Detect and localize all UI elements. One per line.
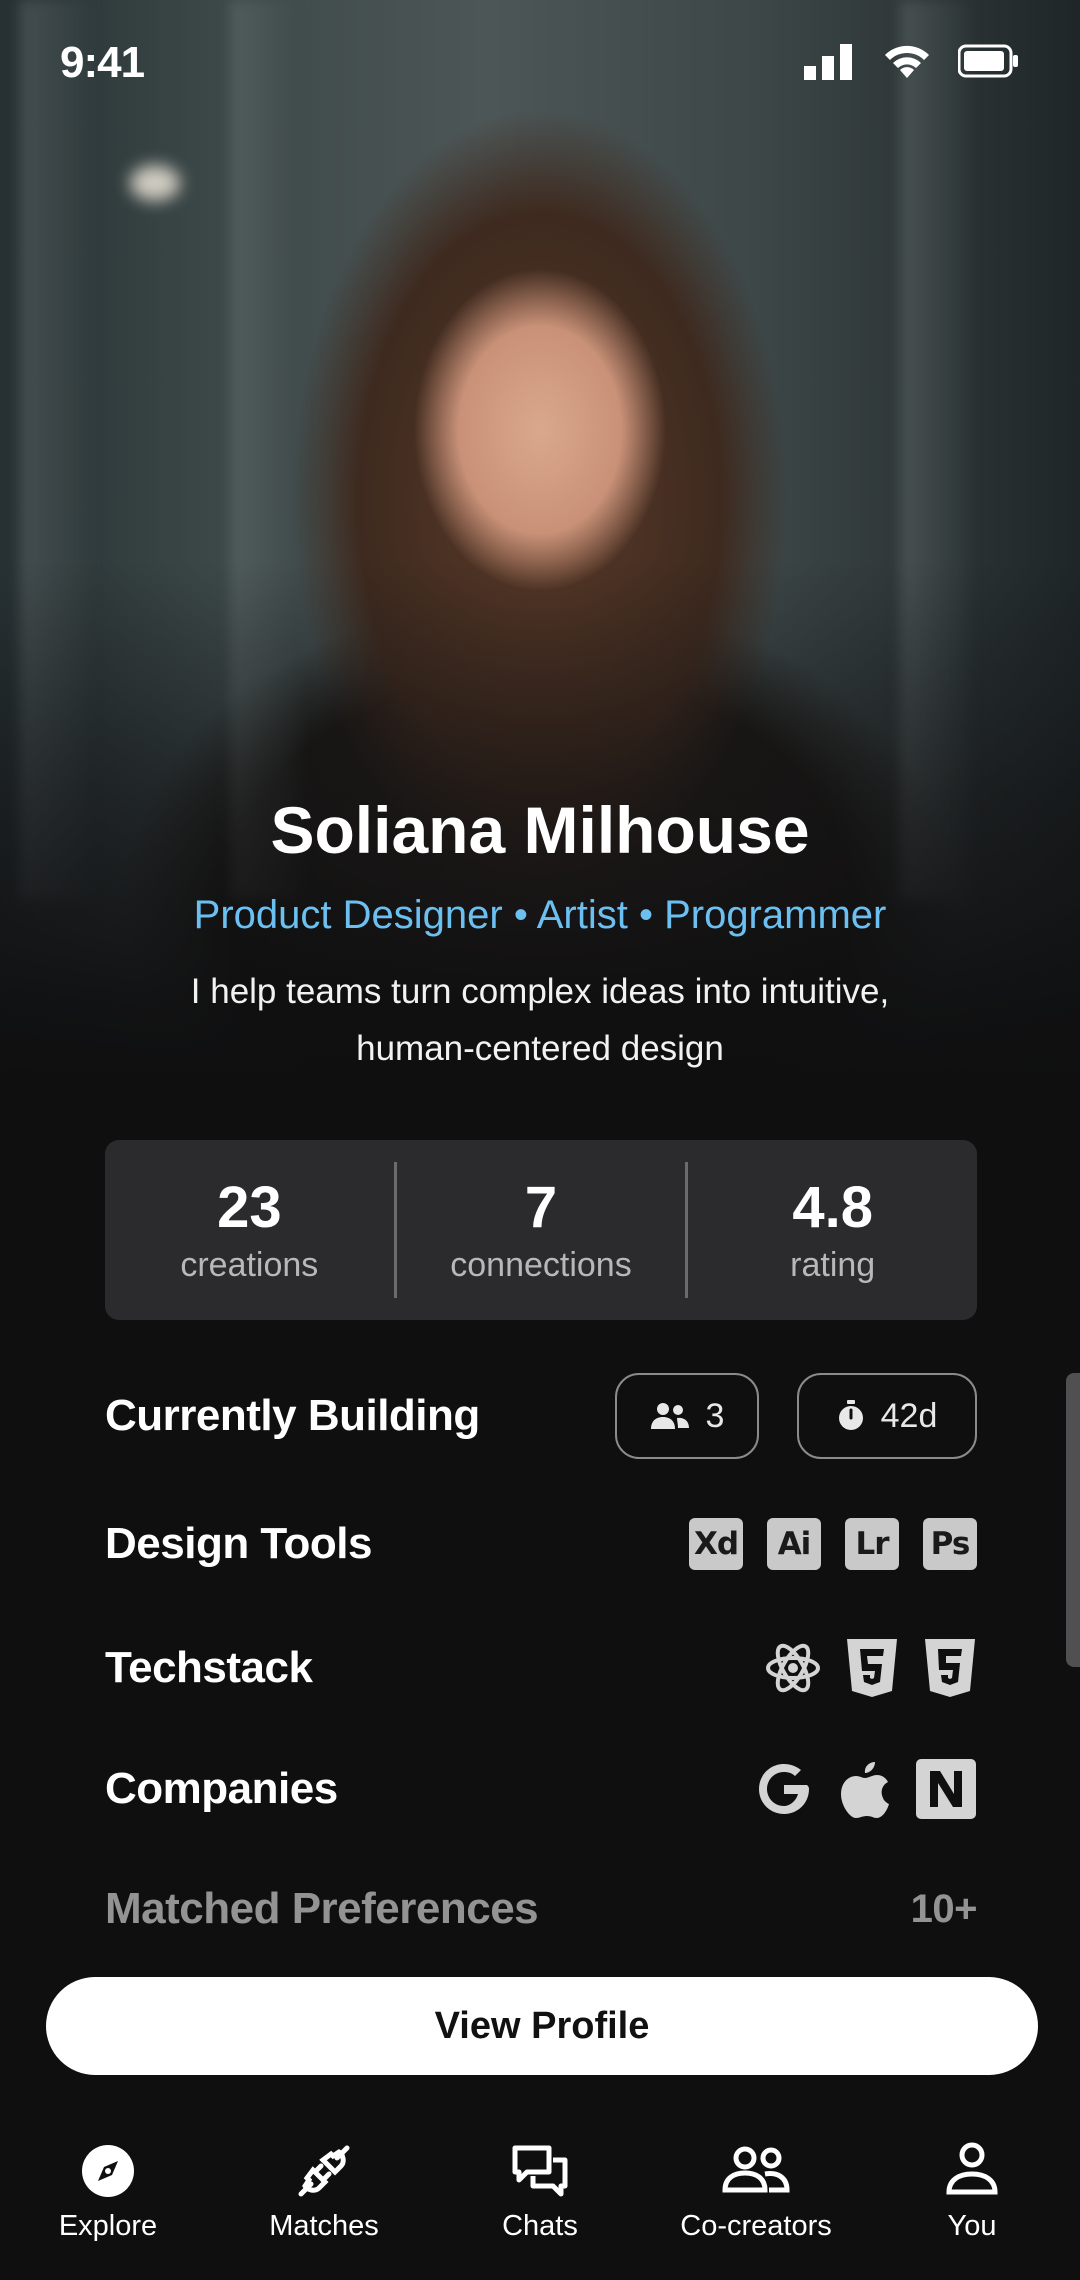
profile-roles: Product Designer • Artist • Programmer: [193, 893, 887, 937]
techstack-row: Techstack: [105, 1636, 977, 1700]
profile-bio: I help teams turn complex ideas into int…: [190, 972, 890, 1068]
stat-value: 7: [524, 1175, 558, 1240]
stat-label: creations: [180, 1246, 319, 1284]
members-pill[interactable]: 3: [615, 1373, 759, 1459]
view-profile-button[interactable]: View Profile: [46, 1977, 1038, 2075]
section-title: Companies: [105, 1764, 338, 1813]
nav-item-chats[interactable]: Chats: [432, 2120, 648, 2280]
signal-icon: [804, 44, 852, 80]
react-icon: [766, 1643, 820, 1693]
stat-creations: 23 creations: [105, 1140, 394, 1320]
lightroom-icon: Lr: [845, 1518, 899, 1570]
companies-row: Companies: [105, 1756, 977, 1822]
status-bar: 9:41: [0, 0, 1080, 125]
nav-label: Explore: [58, 2210, 158, 2242]
scrollbar[interactable]: [1066, 1373, 1080, 1667]
matched-preferences-row[interactable]: Matched Preferences 10+: [105, 1878, 978, 1940]
design-tools-row: Design Tools Xd Ai Lr Ps: [105, 1516, 977, 1572]
stat-label: connections: [450, 1246, 632, 1284]
section-title: Design Tools: [105, 1519, 372, 1568]
nav-item-you[interactable]: You: [864, 2120, 1080, 2280]
bottom-nav: Explore Matches Chats Co-creators You: [0, 2120, 1080, 2280]
nav-item-explore[interactable]: Explore: [0, 2120, 216, 2280]
section-title: Techstack: [105, 1643, 313, 1692]
days-count: 42d: [880, 1396, 938, 1435]
members-count: 3: [705, 1396, 725, 1435]
nav-item-matches[interactable]: Matches: [216, 2120, 432, 2280]
css3-icon: [925, 1639, 975, 1697]
nav-label: Chats: [502, 2210, 578, 2242]
profile-name: Soliana Milhouse: [270, 793, 810, 867]
nav-label: Co-creators: [680, 2210, 832, 2242]
section-title: Currently Building: [105, 1391, 480, 1440]
photoshop-icon: Ps: [923, 1518, 977, 1570]
nav-label: Matches: [269, 2210, 379, 2242]
google-icon: [759, 1764, 809, 1814]
user-icon: [946, 2142, 998, 2195]
group-icon: [722, 2146, 790, 2193]
stopwatch-icon: [838, 1400, 863, 1430]
stat-value: 23: [217, 1175, 282, 1240]
plug-icon: [298, 2145, 350, 2197]
stats-card: 23 creations 7 connections 4.8 rating: [105, 1140, 977, 1320]
people-icon: [650, 1403, 689, 1429]
apple-icon: [841, 1762, 889, 1818]
xd-icon: Xd: [689, 1518, 743, 1570]
battery-icon: [958, 44, 1018, 78]
days-pill[interactable]: 42d: [797, 1373, 977, 1459]
notion-icon: [916, 1759, 976, 1819]
chat-icon: [512, 2145, 568, 2197]
stat-label: rating: [790, 1246, 876, 1284]
preferences-count: 10+: [910, 1886, 978, 1931]
wifi-icon: [885, 45, 929, 78]
illustrator-icon: Ai: [767, 1518, 821, 1570]
compass-icon: [82, 2145, 134, 2197]
html5-icon: [847, 1639, 897, 1697]
stat-connections: 7 connections: [397, 1140, 686, 1320]
stat-rating: 4.8 rating: [688, 1140, 977, 1320]
nav-label: You: [947, 2210, 997, 2242]
nav-item-co-creators[interactable]: Co-creators: [648, 2120, 864, 2280]
stat-value: 4.8: [792, 1175, 873, 1240]
section-title: Matched Preferences: [105, 1884, 539, 1933]
currently-building-row: Currently Building 3 42d: [105, 1373, 977, 1459]
status-time: 9:41: [60, 38, 145, 87]
